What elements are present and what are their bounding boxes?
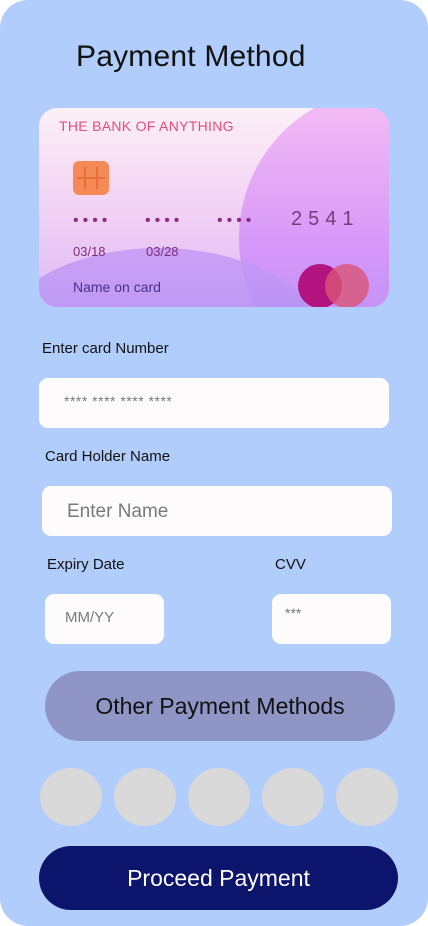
card-number-group: •••• [73, 212, 112, 229]
holder-name-placeholder: Enter Name [67, 501, 169, 522]
payment-method-option[interactable] [40, 768, 102, 826]
cvv-label: CVV [275, 556, 306, 573]
card-number-placeholder: **** **** **** **** [64, 393, 173, 409]
card-number-group: •••• [217, 212, 256, 229]
card-holder-name: Name on card [73, 279, 161, 295]
card-number-group: •••• [145, 212, 184, 229]
expiry-input[interactable]: MM/YY [45, 594, 164, 644]
proceed-payment-button[interactable]: Proceed Payment [39, 846, 398, 910]
payment-method-option[interactable] [188, 768, 250, 826]
expiry-placeholder: MM/YY [65, 609, 115, 626]
chip-icon [73, 161, 109, 195]
holder-name-input[interactable]: Enter Name [42, 486, 392, 536]
holder-name-label: Card Holder Name [45, 448, 171, 465]
card-number-input[interactable]: **** **** **** **** [39, 378, 389, 428]
payment-screen: Payment Method THE BANK OF ANYTHING ••••… [0, 0, 428, 926]
other-payment-methods-button[interactable]: Other Payment Methods [45, 671, 395, 741]
card-last-four: 2541 [291, 208, 360, 230]
bank-name: THE BANK OF ANYTHING [59, 118, 234, 134]
cvv-placeholder: *** [285, 605, 302, 621]
card-number-label: Enter card Number [42, 340, 169, 357]
payment-method-option[interactable] [262, 768, 324, 826]
card-issue-date: 03/18 [73, 244, 106, 259]
mastercard-logo-icon [325, 264, 369, 307]
credit-card-preview: THE BANK OF ANYTHING •••• •••• •••• 2541… [39, 108, 389, 307]
payment-method-option[interactable] [336, 768, 398, 826]
page-title: Payment Method [76, 40, 306, 73]
expiry-label: Expiry Date [47, 556, 125, 573]
card-expiry-date: 03/28 [146, 244, 179, 259]
cvv-input[interactable]: *** [272, 594, 391, 644]
payment-method-option[interactable] [114, 768, 176, 826]
